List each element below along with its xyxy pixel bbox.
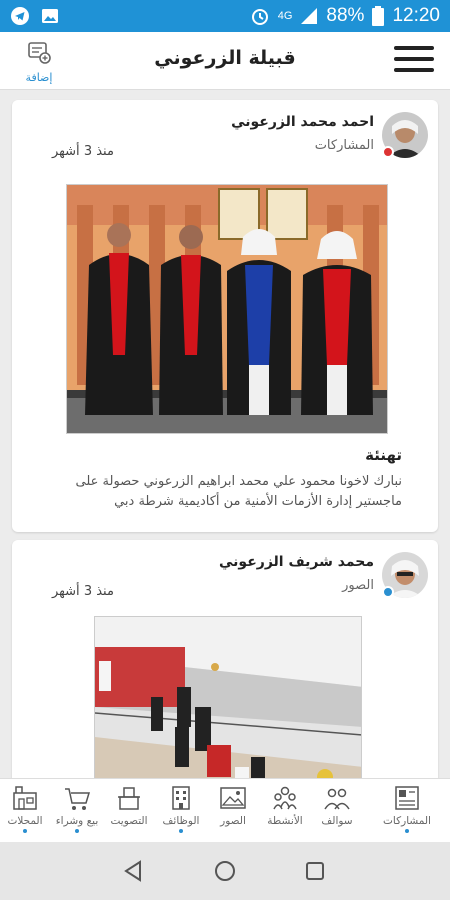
post-title: تهنئة (365, 446, 402, 464)
jobs-icon (172, 786, 190, 810)
tab-vote[interactable]: التصويت (104, 783, 154, 827)
tab-dot (179, 829, 183, 833)
menu-icon-bar (394, 46, 434, 50)
tab-label: الأنشطة (267, 815, 303, 827)
cart-icon (65, 788, 91, 810)
tab-dot (75, 829, 79, 833)
app-header: إضافة قبيلة الزرعوني (0, 32, 450, 90)
bottom-tab-bar: المحلات بيع وشراء التصويت الوظائف الصور … (0, 778, 450, 842)
member-badge (382, 146, 394, 158)
posts-feed[interactable]: احمد محمد الزرعوني المشاركات منذ 3 أشهر (0, 90, 450, 778)
system-nav-bar (0, 842, 450, 900)
network-label: 4G (277, 10, 293, 22)
tab-chat[interactable]: سوالف (312, 783, 362, 827)
post-category: المشاركات (314, 138, 374, 153)
post-time: منذ 3 أشهر (52, 584, 114, 599)
tab-label: بيع وشراء (55, 815, 99, 827)
post-author[interactable]: احمد محمد الزرعوني (231, 114, 374, 130)
post-photo[interactable] (94, 616, 362, 778)
posts-icon (395, 786, 419, 810)
signal-icon (301, 8, 318, 24)
recents-icon[interactable] (300, 856, 330, 886)
post-card[interactable]: محمد شريف الزرعوني الصور منذ 3 أشهر (12, 540, 438, 778)
telegram-icon (11, 7, 29, 25)
tab-shops[interactable]: المحلات (0, 783, 50, 833)
back-icon[interactable] (118, 856, 148, 886)
page-title: قبيلة الزرعوني (154, 47, 296, 69)
gallery-icon (42, 9, 58, 23)
tab-jobs[interactable]: الوظائف (156, 783, 206, 833)
menu-button[interactable] (394, 46, 434, 76)
battery-icon (372, 6, 385, 26)
tab-activities[interactable]: الأنشطة (260, 783, 310, 827)
tab-label: المشاركات (383, 815, 431, 827)
member-badge (382, 586, 394, 598)
battery-percent: 88% (326, 5, 365, 26)
tab-label: الوظائف (162, 815, 200, 827)
shops-icon (13, 786, 37, 810)
post-author[interactable]: محمد شريف الزرعوني (219, 554, 374, 570)
post-time: منذ 3 أشهر (52, 144, 114, 159)
add-post-label: إضافة (25, 71, 53, 84)
tab-photos[interactable]: الصور (208, 783, 258, 827)
post-body: نبارك لاخونا محمود علي محمد ابراهيم الزر… (75, 474, 402, 509)
menu-icon-bar (394, 68, 434, 72)
alarm-icon (251, 9, 268, 25)
clock: 12:20 (392, 5, 440, 26)
home-icon[interactable] (210, 856, 240, 886)
post-category: الصور (342, 578, 374, 593)
tab-posts[interactable]: المشاركات (364, 783, 450, 833)
chat-icon (324, 788, 350, 810)
vote-icon (118, 787, 140, 810)
post-photo[interactable] (66, 184, 388, 434)
tab-label: الصور (220, 815, 246, 827)
status-bar: 4G 88% 12:20 (0, 0, 450, 32)
post-card[interactable]: احمد محمد الزرعوني المشاركات منذ 3 أشهر (12, 100, 438, 532)
tab-label: سوالف (321, 815, 353, 827)
tab-dot (405, 829, 409, 833)
menu-icon-bar (394, 57, 434, 61)
tab-label: المحلات (7, 815, 43, 827)
tab-buy-sell[interactable]: بيع وشراء (52, 783, 102, 833)
tab-dot (23, 829, 27, 833)
photos-icon (220, 787, 246, 809)
activities-icon (273, 786, 297, 810)
tab-label: التصويت (110, 815, 148, 827)
